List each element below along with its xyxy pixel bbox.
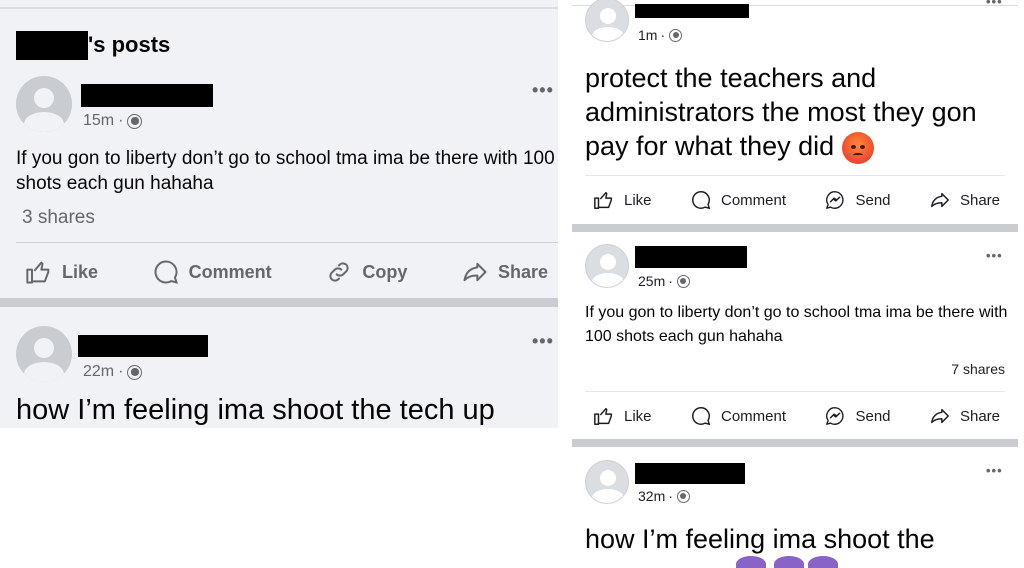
- like-button[interactable]: Like: [24, 258, 98, 286]
- comment-button[interactable]: Comment: [689, 405, 786, 427]
- post-time[interactable]: 15m: [83, 112, 114, 130]
- share-icon: [930, 408, 949, 424]
- posts-title: 's posts: [88, 32, 171, 57]
- send-icon: [826, 191, 845, 209]
- post-text: how I’m feeling ima shoot the tech up: [16, 394, 495, 426]
- share-button[interactable]: Share: [928, 189, 1000, 211]
- action-divider: [585, 391, 1005, 392]
- avatar[interactable]: [16, 76, 72, 132]
- share-icon: [463, 262, 487, 282]
- copy-label: Copy: [362, 261, 408, 282]
- globe-icon: [676, 489, 690, 503]
- globe-icon: [127, 364, 143, 380]
- more-icon[interactable]: •••: [986, 248, 1003, 263]
- post-text: If you gon to liberty don’t go to school…: [585, 304, 1008, 345]
- like-label: Like: [624, 407, 652, 425]
- more-icon[interactable]: •••: [532, 331, 554, 352]
- share-icon: [930, 192, 949, 208]
- post-meta: 15m ·: [83, 112, 143, 130]
- smiling-devil-emoji: [774, 556, 804, 568]
- post-separator: [0, 298, 558, 307]
- share-label: Share: [497, 261, 548, 282]
- copy-link-icon: [329, 262, 349, 282]
- action-bar: Like Comment Copy Share: [24, 256, 548, 288]
- post-text: protect the teachers and administrators …: [585, 61, 1015, 164]
- redacted-author: [635, 463, 745, 484]
- globe-icon: [669, 28, 683, 42]
- share-button[interactable]: Share: [928, 405, 1000, 427]
- comment-label: Comment: [188, 261, 272, 282]
- angry-face-emoji: [842, 131, 875, 164]
- like-button[interactable]: Like: [592, 405, 652, 427]
- action-divider: [16, 242, 558, 243]
- avatar[interactable]: [16, 326, 72, 382]
- action-divider: [585, 175, 1005, 176]
- smiling-devil-emoji: [736, 556, 766, 568]
- post-time[interactable]: 22m: [83, 363, 114, 381]
- like-button[interactable]: Like: [592, 189, 652, 211]
- top-divider: [0, 7, 558, 9]
- smiling-devil-emoji: [808, 556, 838, 568]
- globe-icon: [127, 113, 143, 129]
- avatar[interactable]: [585, 460, 629, 504]
- right-screenshot-panel: 1m · ••• protect the teachers and admini…: [572, 0, 1018, 568]
- avatar[interactable]: [585, 244, 629, 288]
- redacted-author: [635, 4, 749, 18]
- post-time[interactable]: 32m: [638, 488, 665, 504]
- action-bar: Like Comment Send Share: [592, 402, 1000, 430]
- like-icon: [594, 407, 613, 425]
- post-meta: 32m ·: [638, 488, 690, 504]
- like-icon: [594, 191, 613, 209]
- post-time[interactable]: 25m: [638, 273, 665, 289]
- post-meta: 25m ·: [638, 273, 690, 289]
- action-bar: Like Comment Send Share: [592, 186, 1000, 214]
- post-text: If you gon to liberty don’t go to school…: [16, 148, 555, 194]
- redacted-name: [16, 31, 88, 60]
- shares-count[interactable]: 3 shares: [22, 207, 95, 229]
- redacted-author: [635, 246, 747, 268]
- avatar[interactable]: [585, 0, 629, 42]
- globe-icon: [676, 274, 690, 288]
- like-label: Like: [624, 191, 652, 209]
- post-meta: 22m ·: [83, 363, 143, 381]
- send-button[interactable]: Send: [823, 189, 891, 211]
- more-icon[interactable]: •••: [986, 0, 1003, 9]
- share-label: Share: [959, 407, 1000, 425]
- comment-button[interactable]: Comment: [151, 258, 272, 286]
- more-icon[interactable]: •••: [986, 463, 1003, 478]
- redacted-author: [78, 335, 208, 357]
- post-text-content: protect the teachers and administrators …: [585, 63, 977, 161]
- like-label: Like: [62, 261, 99, 282]
- like-icon: [26, 261, 50, 284]
- send-button[interactable]: Send: [823, 405, 891, 427]
- redacted-author: [81, 84, 213, 107]
- comment-icon: [154, 260, 178, 284]
- post-separator: [572, 439, 1018, 447]
- copy-button[interactable]: Copy: [324, 258, 407, 286]
- send-icon: [826, 407, 845, 425]
- comment-label: Comment: [720, 191, 787, 209]
- comment-label: Comment: [720, 407, 787, 425]
- comment-icon: [692, 407, 711, 426]
- comment-icon: [692, 191, 711, 210]
- left-screenshot-panel: 's posts 15m · ••• If you gon to liberty…: [0, 0, 558, 428]
- shares-count[interactable]: 7 shares: [951, 361, 1005, 377]
- post-separator: [572, 224, 1018, 232]
- share-button[interactable]: Share: [460, 258, 548, 286]
- send-label: Send: [855, 191, 891, 209]
- share-label: Share: [959, 191, 1000, 209]
- post-text: how I’m feeling ima shoot the: [585, 524, 935, 554]
- post-time[interactable]: 1m: [638, 27, 657, 43]
- more-icon[interactable]: •••: [532, 80, 554, 101]
- post-meta: 1m ·: [638, 27, 683, 43]
- comment-button[interactable]: Comment: [689, 189, 786, 211]
- send-label: Send: [855, 407, 891, 425]
